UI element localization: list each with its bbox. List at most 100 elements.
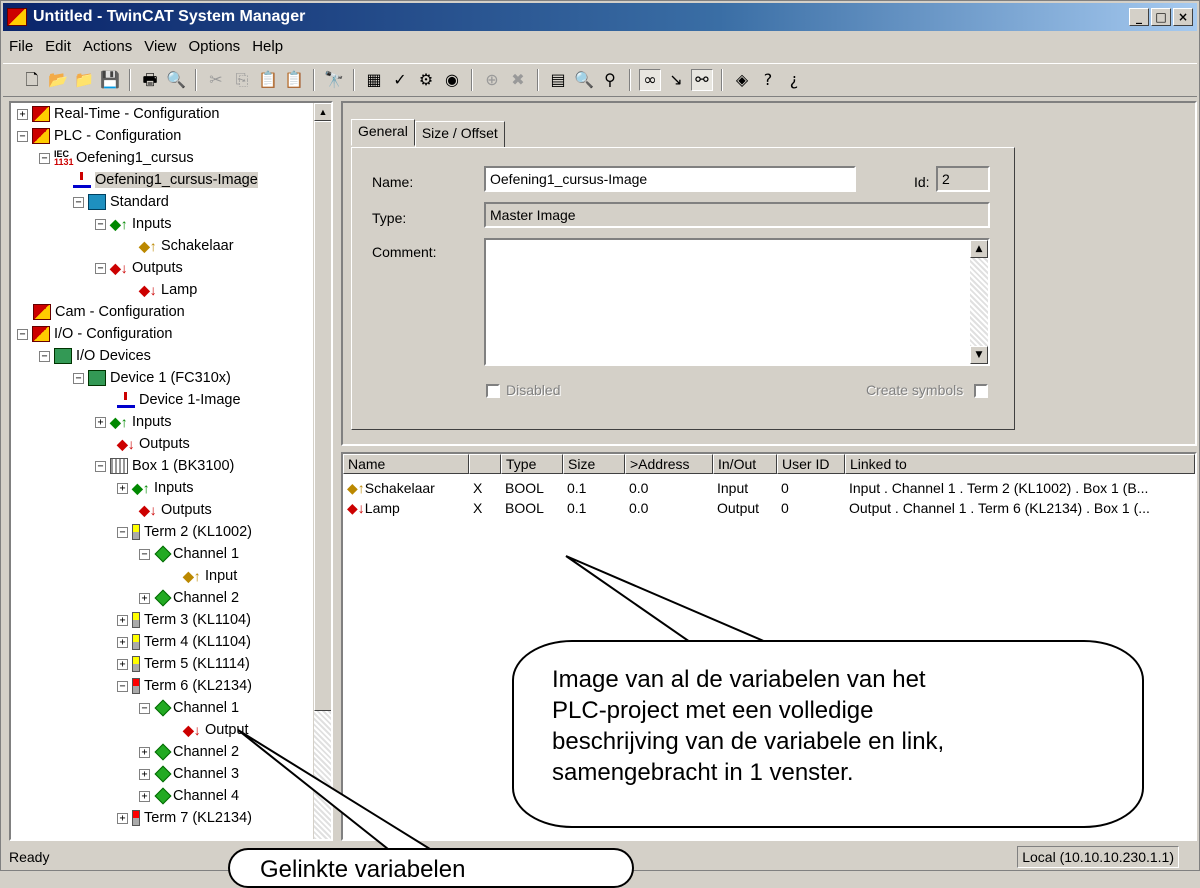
save-icon[interactable]: 💾 xyxy=(99,69,121,91)
collapse-icon[interactable]: − xyxy=(17,130,28,142)
tree-item-output[interactable]: ◆↓ Output xyxy=(183,719,249,741)
tree-item-term-2[interactable]: − Term 2 (KL1002) xyxy=(117,521,252,543)
configuration-tree[interactable]: + Real-Time - Configuration − PLC - Config… xyxy=(9,101,333,841)
menu-view[interactable]: View xyxy=(138,38,182,55)
help-icon[interactable]: ? xyxy=(757,69,779,91)
tree-item-input[interactable]: ◆↑ Input xyxy=(183,565,237,587)
tree-item-inputs[interactable]: − ◆↑ Inputs xyxy=(95,213,172,235)
find-icon[interactable]: 🔭 xyxy=(323,69,345,91)
column-header-linked-to[interactable]: Linked to xyxy=(845,454,1195,474)
collapse-icon[interactable]: − xyxy=(39,152,50,164)
column-header-type[interactable]: Type xyxy=(501,454,563,474)
open-icon[interactable]: 📂 xyxy=(47,69,69,91)
paste-special-icon[interactable]: 📋 xyxy=(283,69,305,91)
context-help-icon[interactable]: ¿ xyxy=(783,69,805,91)
tree-item-io-devices[interactable]: − I/O Devices xyxy=(39,345,151,367)
tree-item-device-image[interactable]: Device 1-Image xyxy=(117,389,241,411)
show-online-icon[interactable]: ↘ xyxy=(665,69,687,91)
title-bar[interactable]: Untitled - TwinCAT System Manager _ □ × xyxy=(3,3,1197,31)
collapse-icon[interactable]: − xyxy=(95,262,106,274)
expand-icon[interactable]: + xyxy=(117,614,128,626)
collapse-icon[interactable]: − xyxy=(95,460,106,472)
scan-icon[interactable]: 🔍 xyxy=(573,69,595,91)
collapse-icon[interactable]: − xyxy=(95,218,106,230)
expand-icon[interactable]: + xyxy=(117,636,128,648)
generate-mappings-icon[interactable]: ▦ xyxy=(363,69,385,91)
tree-item-cam-config[interactable]: Cam - Configuration xyxy=(33,301,185,323)
link-icon[interactable]: ⚯ xyxy=(691,69,713,91)
expand-icon[interactable]: + xyxy=(117,812,128,824)
tree-item-schakelaar[interactable]: ◆↑ Schakelaar xyxy=(139,235,234,257)
paste-icon[interactable]: 📋 xyxy=(257,69,279,91)
tree-item-channel-1[interactable]: − Channel 1 xyxy=(139,543,239,565)
create-symbols-checkbox[interactable] xyxy=(974,384,988,398)
menu-help[interactable]: Help xyxy=(246,38,289,55)
column-header-name[interactable]: Name xyxy=(343,454,469,474)
expand-icon[interactable]: + xyxy=(117,658,128,670)
tree-item-standard[interactable]: − Standard xyxy=(73,191,169,213)
tree-item-term-3[interactable]: + Term 3 (KL1104) xyxy=(117,609,251,631)
collapse-icon[interactable]: − xyxy=(39,350,50,362)
tab-general[interactable]: General xyxy=(351,119,415,146)
tree-item-outputs[interactable]: − ◆↓ Outputs xyxy=(95,257,183,279)
collapse-icon[interactable]: − xyxy=(139,548,150,560)
table-row[interactable]: ◆↓Lamp X BOOL 0.1 0.0 Output 0 Output . … xyxy=(343,498,1195,518)
twincat-app-icon[interactable] xyxy=(7,8,27,26)
activate-configuration-icon[interactable]: ⚙ xyxy=(415,69,437,91)
close-button[interactable]: × xyxy=(1173,8,1193,26)
tab-size-offset[interactable]: Size / Offset xyxy=(414,121,505,148)
append-device-icon[interactable]: ⊕ xyxy=(481,69,503,91)
tree-item-realtime[interactable]: + Real-Time - Configuration xyxy=(17,103,219,125)
plc-icon[interactable]: ◈ xyxy=(731,69,753,91)
table-row[interactable]: ◆↑Schakelaar X BOOL 0.1 0.0 Input 0 Inpu… xyxy=(343,478,1195,498)
column-header-size[interactable]: Size xyxy=(563,454,625,474)
tree-item-project-image[interactable]: Oefening1_cursus-Image xyxy=(73,169,258,191)
collapse-icon[interactable]: − xyxy=(73,196,84,208)
expand-icon[interactable]: + xyxy=(139,746,150,758)
disabled-checkbox[interactable] xyxy=(486,384,500,398)
tree-item-io-config[interactable]: − I/O - Configuration xyxy=(17,323,172,345)
check-configuration-icon[interactable]: ✓ xyxy=(389,69,411,91)
collapse-icon[interactable]: − xyxy=(117,526,128,538)
tree-item-term-6[interactable]: − Term 6 (KL2134) xyxy=(117,675,252,697)
tree-item-term-5[interactable]: + Term 5 (KL1114) xyxy=(117,653,250,675)
scroll-up-icon[interactable]: ▲ xyxy=(970,240,988,258)
comment-scrollbar[interactable]: ▲ ▼ xyxy=(970,240,988,364)
expand-icon[interactable]: + xyxy=(139,592,150,604)
collapse-icon[interactable]: − xyxy=(117,680,128,692)
collapse-icon[interactable]: − xyxy=(139,702,150,714)
column-header-inout[interactable]: In/Out xyxy=(713,454,777,474)
scrollbar-thumb[interactable] xyxy=(314,121,331,711)
menu-options[interactable]: Options xyxy=(182,38,246,55)
column-header-flag[interactable] xyxy=(469,454,501,474)
expand-icon[interactable]: + xyxy=(17,108,28,120)
copy-icon[interactable]: ⎘ xyxy=(231,69,253,91)
tree-item-term6-channel-1[interactable]: − Channel 1 xyxy=(139,697,239,719)
set-run-mode-icon[interactable]: ◉ xyxy=(441,69,463,91)
tree-item-box-outputs[interactable]: ◆↓ Outputs xyxy=(139,499,212,521)
delete-icon[interactable]: ✖ xyxy=(507,69,529,91)
tree-item-device-inputs[interactable]: + ◆↑ Inputs xyxy=(95,411,172,433)
tree-item-lamp[interactable]: ◆↓ Lamp xyxy=(139,279,197,301)
cut-icon[interactable]: ✂ xyxy=(205,69,227,91)
tree-item-plc-config[interactable]: − PLC - Configuration xyxy=(17,125,181,147)
tree-item-term6-channel-2[interactable]: + Channel 2 xyxy=(139,741,239,763)
tree-item-channel-2[interactable]: + Channel 2 xyxy=(139,587,239,609)
print-icon[interactable]: 🖶 xyxy=(139,69,161,91)
tree-item-term-4[interactable]: + Term 4 (KL1104) xyxy=(117,631,251,653)
tree-item-box-inputs[interactable]: + ◆↑ Inputs xyxy=(117,477,194,499)
tree-item-term-7[interactable]: + Term 7 (KL2134) xyxy=(117,807,252,829)
name-field[interactable]: Oefening1_cursus-Image xyxy=(484,166,856,192)
collapse-icon[interactable]: − xyxy=(73,372,84,384)
column-header-address[interactable]: >Address xyxy=(625,454,713,474)
open-folder-icon[interactable]: 📁 xyxy=(73,69,95,91)
collapse-icon[interactable]: − xyxy=(17,328,28,340)
scroll-down-icon[interactable]: ▼ xyxy=(970,346,988,364)
new-icon[interactable]: 🗋 xyxy=(21,69,43,91)
maximize-button[interactable]: □ xyxy=(1151,8,1171,26)
scroll-up-icon[interactable]: ▲ xyxy=(314,103,331,121)
menu-edit[interactable]: Edit xyxy=(39,38,77,55)
expand-icon[interactable]: + xyxy=(139,768,150,780)
tree-item-term6-channel-4[interactable]: + Channel 4 xyxy=(139,785,239,807)
tree-item-box-1[interactable]: − Box 1 (BK3100) xyxy=(95,455,234,477)
